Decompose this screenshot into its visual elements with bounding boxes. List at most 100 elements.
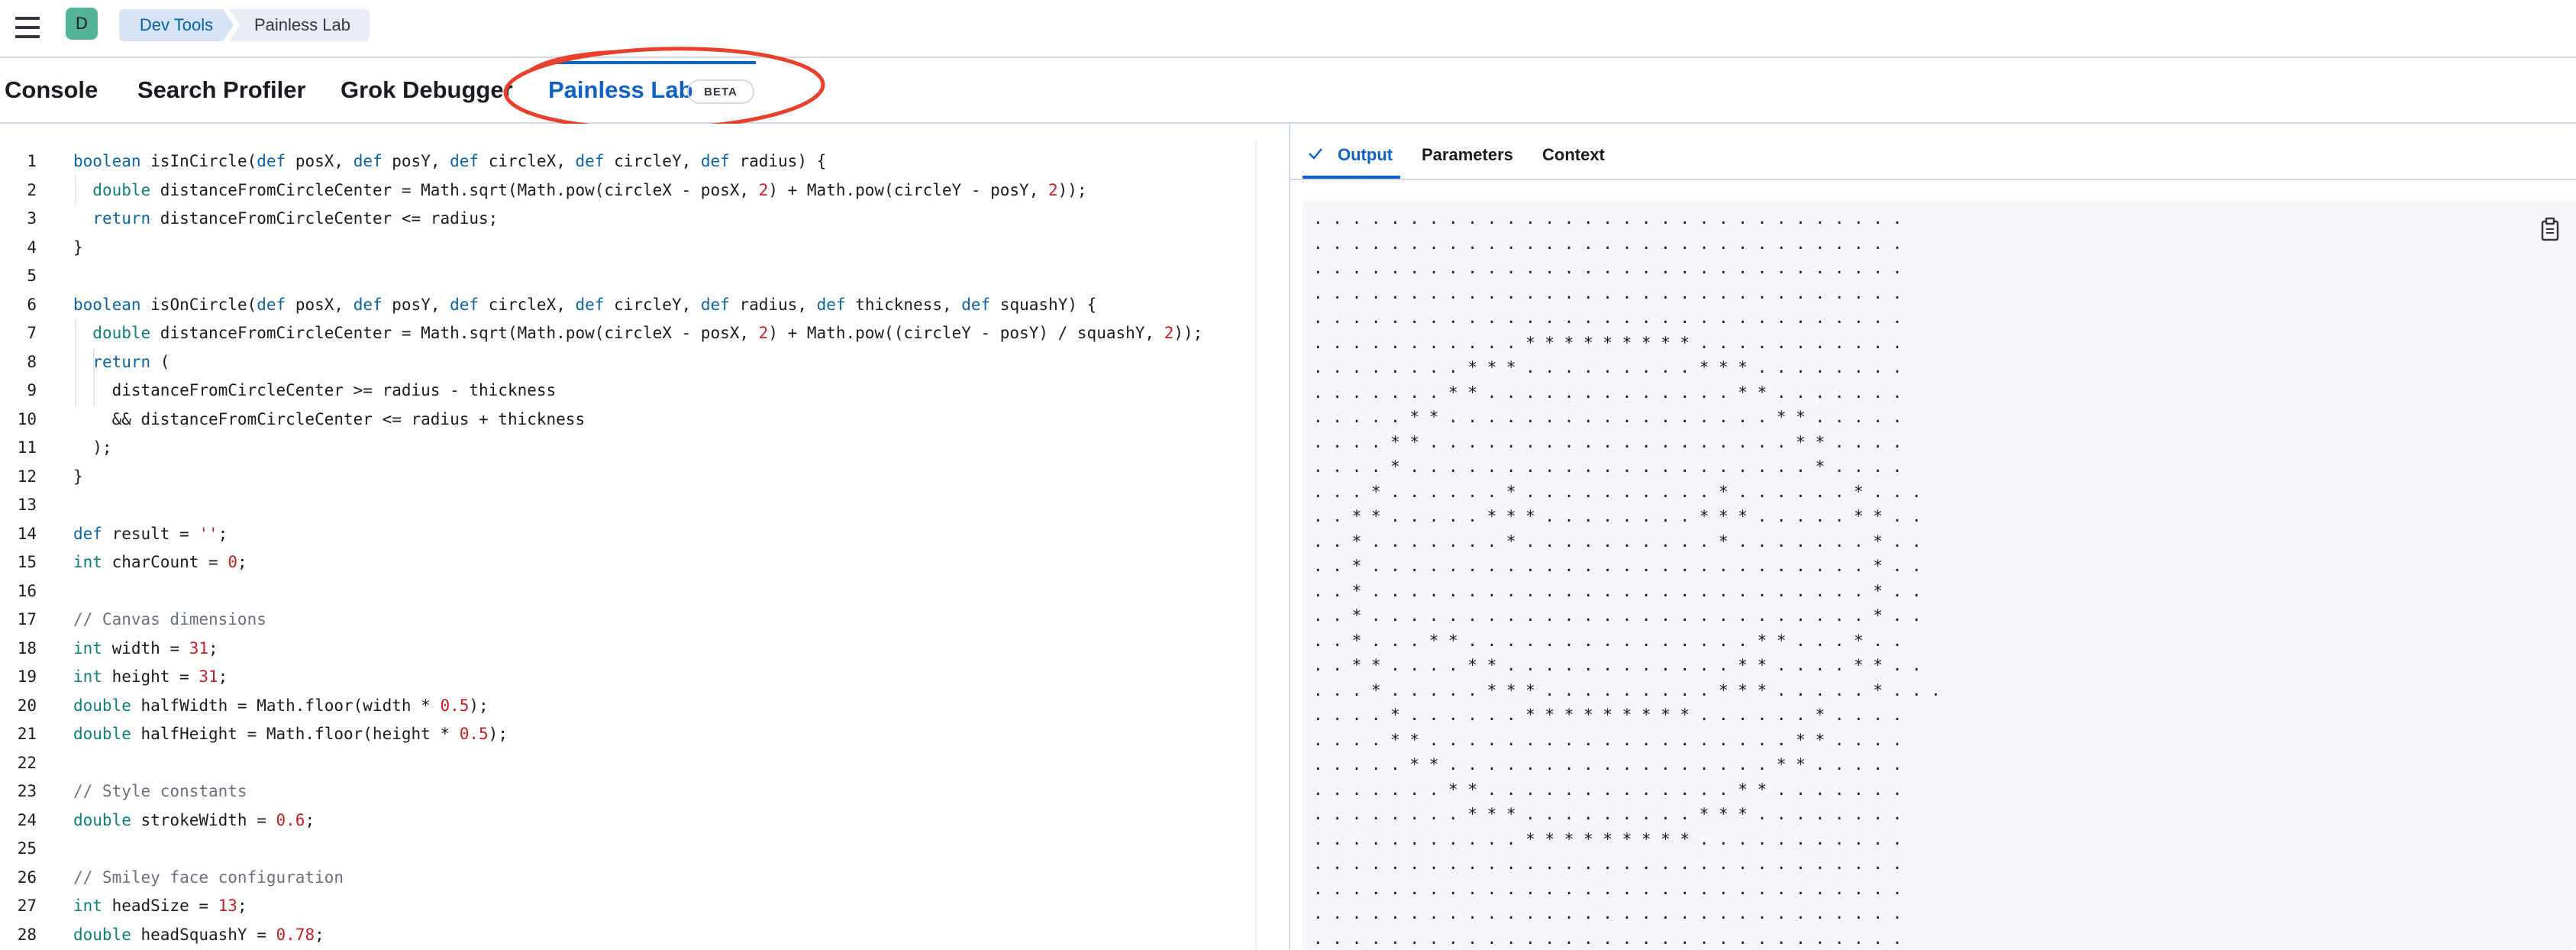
tab-context[interactable]: Context bbox=[1542, 145, 1605, 165]
output-line: . . . . . . . . . . . . . . . . . . . . … bbox=[1313, 929, 1903, 948]
code-text: double distanceFromCircleCenter = Math.s… bbox=[92, 324, 1203, 342]
code-text: // Style constants bbox=[73, 782, 247, 800]
code-line[interactable]: 12} bbox=[0, 462, 1252, 491]
output-line: . . . . . . . . . . . * * * * * * * * * … bbox=[1313, 829, 1903, 848]
line-number: 25 bbox=[17, 839, 37, 858]
code-text: int charCount = 0; bbox=[73, 553, 247, 571]
output-line: . . . . * . . . . . . . . . . . . . . . … bbox=[1313, 457, 1903, 476]
code-line[interactable]: 6 boolean isOnCircle(def posX, def posY, … bbox=[0, 290, 1252, 319]
code-line[interactable]: 8 return ( bbox=[0, 347, 1252, 376]
code-line[interactable]: 2 double distanceFromCircleCenter = Math… bbox=[0, 176, 1252, 205]
code-text: double halfWidth = Math.floor(width * 0.… bbox=[73, 696, 489, 715]
output-line: . . . * . . . . . * * * . . . . . . . . … bbox=[1313, 680, 1941, 700]
tab-parameters[interactable]: Parameters bbox=[1422, 145, 1513, 165]
code-line[interactable]: 11 ); bbox=[0, 433, 1252, 462]
output-line: . . . . . . . . . . . . . . . . . . . . … bbox=[1313, 209, 1903, 228]
output-line: . . . . . . . . . . . . . . . . . . . . … bbox=[1313, 259, 1903, 277]
tab-painless-lab[interactable]: Painless Lab bbox=[548, 76, 693, 104]
output-line: . . . . * . . . . . . * * * * * * * * * … bbox=[1313, 706, 1903, 724]
space-avatar[interactable]: D bbox=[66, 8, 98, 40]
output-line: . . . . . * * . . . . . . . . . . . . . … bbox=[1313, 408, 1903, 426]
code-text: // Canvas dimensions bbox=[73, 610, 266, 628]
output-line: . . * . . . . . . . . . . . . . . . . . … bbox=[1313, 557, 1922, 575]
line-number: 9 bbox=[27, 381, 37, 399]
top-header: D Dev Tools Painless Lab bbox=[0, 0, 2576, 58]
tab-output[interactable]: Output bbox=[1338, 145, 1393, 165]
breadcrumb-painless-lab: Painless Lab bbox=[229, 9, 370, 41]
code-editor[interactable]: 1 boolean isInCircle(def posX, def posY, … bbox=[0, 124, 1289, 950]
output-line: . . . . . . . . . . . . . . . . . . . . … bbox=[1313, 234, 1903, 253]
code-line[interactable]: 24 double strokeWidth = 0.6; bbox=[0, 806, 1252, 835]
code-line[interactable]: 19 int height = 31; bbox=[0, 662, 1252, 691]
editor-scrollbar-track[interactable] bbox=[1255, 139, 1257, 950]
output-line: . . * . . . * * . . . . . . . . . . . . … bbox=[1313, 631, 1903, 650]
code-line[interactable]: 15 int charCount = 0; bbox=[0, 548, 1252, 577]
code-text: && distanceFromCircleCenter <= radius + … bbox=[73, 409, 586, 428]
code-line[interactable]: 16 bbox=[0, 577, 1252, 606]
output-line: . . * . . . . . . . * . . . . . . . . . … bbox=[1313, 532, 1922, 551]
line-number: 21 bbox=[17, 725, 37, 743]
line-number: 5 bbox=[27, 267, 37, 285]
code-line[interactable]: 1 boolean isInCircle(def posX, def posY, … bbox=[0, 147, 1252, 176]
code-line[interactable]: 9 distanceFromCircleCenter >= radius - t… bbox=[0, 376, 1252, 405]
output-line: . . . . . . . . * * * . . . . . . . . . … bbox=[1313, 358, 1903, 376]
code-line[interactable]: 7 double distanceFromCircleCenter = Math… bbox=[0, 318, 1252, 347]
output-line: . . . . . . . . . . . . . . . . . . . . … bbox=[1313, 879, 1903, 898]
code-line[interactable]: 5 bbox=[0, 261, 1252, 290]
line-number: 23 bbox=[17, 782, 37, 800]
hamburger-menu-icon[interactable] bbox=[11, 11, 44, 44]
output-line: . . . . . . . . . . . . . . . . . . . . … bbox=[1313, 855, 1903, 873]
output-active-tab-indicator bbox=[1303, 176, 1400, 179]
tab-search-profiler[interactable]: Search Profiler bbox=[137, 76, 306, 104]
code-line[interactable]: 21 double halfHeight = Math.floor(height … bbox=[0, 719, 1252, 748]
tab-console[interactable]: Console bbox=[5, 76, 98, 104]
panel-divider[interactable] bbox=[1289, 124, 1290, 950]
code-text: } bbox=[73, 238, 83, 257]
code-text: double headSquashY = 0.78; bbox=[73, 925, 324, 944]
code-line[interactable]: 25 bbox=[0, 834, 1252, 863]
line-number: 19 bbox=[17, 667, 37, 686]
code-text: ); bbox=[73, 438, 112, 457]
line-number: 15 bbox=[17, 553, 37, 571]
line-number: 6 bbox=[27, 295, 37, 314]
line-number: 14 bbox=[17, 524, 37, 543]
clipboard-icon[interactable] bbox=[2536, 215, 2564, 243]
code-line[interactable]: 20 double halfWidth = Math.floor(width * … bbox=[0, 691, 1252, 720]
code-line[interactable]: 23 // Style constants bbox=[0, 777, 1252, 806]
code-text: int height = 31; bbox=[73, 667, 228, 686]
code-line[interactable]: 17 // Canvas dimensions bbox=[0, 605, 1252, 634]
code-line[interactable]: 22 bbox=[0, 748, 1252, 777]
line-number: 18 bbox=[17, 638, 37, 658]
line-number: 26 bbox=[17, 868, 37, 887]
code-line[interactable]: 26 // Smiley face configuration bbox=[0, 863, 1252, 892]
line-number: 2 bbox=[27, 180, 37, 199]
active-tab-indicator bbox=[548, 61, 756, 64]
code-line[interactable]: 28 double headSquashY = 0.78; bbox=[0, 920, 1252, 949]
output-line: . . . . * * . . . . . . . . . . . . . . … bbox=[1313, 730, 1903, 749]
tab-grok-debugger[interactable]: Grok Debugger bbox=[341, 76, 513, 104]
line-number: 8 bbox=[27, 352, 37, 371]
line-number: 17 bbox=[17, 610, 37, 628]
line-number: 27 bbox=[17, 897, 37, 915]
code-line[interactable]: 13 bbox=[0, 490, 1252, 519]
code-line[interactable]: 10 && distanceFromCircleCenter <= radius… bbox=[0, 405, 1252, 434]
code-line[interactable]: 4} bbox=[0, 233, 1252, 262]
code-text: distanceFromCircleCenter >= radius - thi… bbox=[73, 381, 557, 399]
code-line[interactable]: 27 int headSize = 13; bbox=[0, 891, 1252, 920]
code-line[interactable]: 18 int width = 31; bbox=[0, 634, 1252, 663]
output-line: . . . . . . . . . . . . . . . . . . . . … bbox=[1313, 283, 1903, 302]
code-text: // Smiley face configuration bbox=[73, 868, 344, 887]
code-text: int width = 31; bbox=[73, 638, 218, 658]
output-line: . . . . . . . . . . . . . . . . . . . . … bbox=[1313, 904, 1903, 923]
code-line[interactable]: 3 return distanceFromCircleCenter <= rad… bbox=[0, 204, 1252, 233]
code-line[interactable]: 14 def result = ''; bbox=[0, 519, 1252, 548]
breadcrumb-dev-tools[interactable]: Dev Tools bbox=[119, 9, 234, 41]
output-line: . . * . . . . . . . . . . . . . . . . . … bbox=[1313, 606, 1922, 625]
output-line: . . . . . . . . * * * . . . . . . . . . … bbox=[1313, 805, 1903, 823]
code-text: double strokeWidth = 0.6; bbox=[73, 810, 315, 829]
line-number: 7 bbox=[27, 324, 37, 342]
code-text: double halfHeight = Math.floor(height * … bbox=[73, 725, 508, 743]
code-text: boolean isOnCircle(def posX, def posY, d… bbox=[73, 295, 1097, 314]
line-number: 22 bbox=[17, 753, 37, 772]
code-text: def result = ''; bbox=[73, 524, 228, 543]
